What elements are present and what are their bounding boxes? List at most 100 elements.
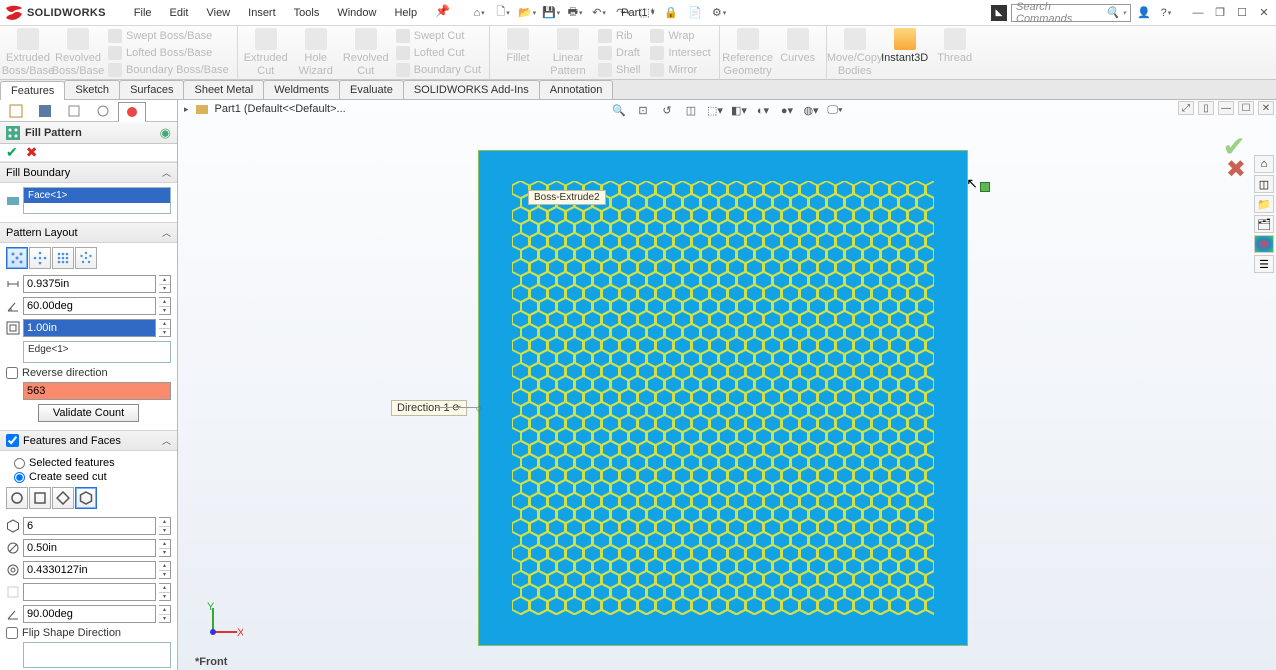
tab-weldments[interactable]: Weldments — [263, 80, 340, 99]
revolved-cut-button[interactable]: RevolvedCut — [344, 28, 388, 77]
vp-expand-icon[interactable]: ⤢ — [1178, 101, 1194, 115]
layout-polygon-icon[interactable] — [75, 247, 97, 269]
radio-create-seed-cut[interactable]: Create seed cut — [14, 471, 171, 483]
linear-pattern-button[interactable]: LinearPattern — [546, 28, 590, 77]
close-icon[interactable]: ✕ — [1257, 6, 1271, 20]
selection-marker[interactable] — [980, 182, 990, 192]
angle-spinner[interactable]: ▴▾ — [159, 297, 171, 315]
shape-circle-icon[interactable] — [6, 487, 28, 509]
rotation-input[interactable] — [23, 605, 156, 623]
maximize-icon[interactable]: ☐ — [1235, 6, 1249, 20]
inner-diameter-input[interactable] — [23, 561, 156, 579]
zoom-area-icon[interactable]: ⊡ — [634, 101, 652, 119]
pin-icon[interactable]: 📌 — [435, 4, 450, 22]
options-icon[interactable]: 📄 — [686, 4, 704, 22]
new-icon[interactable]: 🗋▾ — [494, 4, 512, 22]
menu-help[interactable]: Help — [386, 4, 425, 22]
swept-boss-button[interactable]: Swept Boss/Base — [106, 28, 231, 44]
zoom-fit-icon[interactable]: 🔍 — [610, 101, 628, 119]
draft-button[interactable]: Draft — [596, 45, 642, 61]
cancel-button[interactable]: ✖ — [26, 144, 38, 161]
tab-evaluate[interactable]: Evaluate — [339, 80, 404, 99]
undo-icon[interactable]: ↶▾ — [590, 4, 608, 22]
lofted-boss-button[interactable]: Lofted Boss/Base — [106, 45, 231, 61]
taskpane-library-icon[interactable]: 📁 — [1254, 195, 1274, 213]
triad[interactable]: Y X — [203, 602, 243, 642]
confirm-cancel-icon[interactable]: ✖ — [1226, 155, 1246, 184]
panel-tab-property[interactable] — [31, 101, 59, 121]
fill-boundary-listbox[interactable]: Face<1> — [23, 187, 171, 214]
intersect-button[interactable]: Intersect — [648, 45, 712, 61]
tab-addins[interactable]: SOLIDWORKS Add-Ins — [403, 80, 540, 99]
fillet-button[interactable]: Fillet — [496, 28, 540, 64]
taskpane-appearance-icon[interactable] — [1254, 235, 1274, 253]
search-commands-input[interactable]: Search Commands 🔍▾ — [1011, 4, 1131, 22]
layout-perforation-icon[interactable] — [6, 247, 28, 269]
direction-listbox[interactable]: Edge<1> — [23, 341, 171, 363]
move-copy-button[interactable]: Move/CopyBodies — [833, 28, 877, 77]
feature-callout[interactable]: Boss-Extrude2 — [528, 190, 606, 205]
fill-boundary-selection[interactable]: Face<1> — [24, 188, 170, 203]
section-pattern-layout[interactable]: Pattern Layout︿ — [0, 222, 177, 243]
vp-tile-icon[interactable]: ▯ — [1198, 101, 1214, 115]
rebuild-icon[interactable]: 🔒 — [662, 4, 680, 22]
property-help-icon[interactable]: ◉ — [160, 125, 171, 141]
reverse-direction-checkbox[interactable]: Reverse direction — [6, 367, 171, 379]
panel-tab-display[interactable] — [118, 102, 146, 122]
direction-selection[interactable]: Edge<1> — [24, 342, 170, 357]
curves-button[interactable]: Curves — [776, 28, 820, 64]
vertex-listbox[interactable] — [23, 642, 171, 668]
wrap-button[interactable]: Wrap — [648, 28, 712, 44]
tab-features[interactable]: Features — [0, 81, 65, 100]
layout-square-icon[interactable] — [52, 247, 74, 269]
boundary-cut-button[interactable]: Boundary Cut — [394, 62, 483, 78]
lofted-cut-button[interactable]: Lofted Cut — [394, 45, 483, 61]
model-body[interactable] — [478, 150, 968, 646]
stagger-angle-input[interactable] — [23, 297, 156, 315]
user-icon[interactable]: 👤 — [1135, 4, 1153, 22]
validate-count-button[interactable]: Validate Count — [38, 404, 139, 422]
section-fill-boundary[interactable]: Fill Boundary︿ — [0, 162, 177, 183]
sides-spinner[interactable]: ▴▾ — [159, 517, 171, 535]
revolved-boss-button[interactable]: RevolvedBoss/Base — [56, 28, 100, 77]
menu-window[interactable]: Window — [329, 4, 384, 22]
vp-close-icon[interactable]: ✕ — [1258, 101, 1274, 115]
spacing-spinner[interactable]: ▴▾ — [159, 275, 171, 293]
settings-icon[interactable]: ⚙▾ — [710, 4, 728, 22]
help-icon[interactable]: ?▾ — [1157, 4, 1175, 22]
shape-diamond-icon[interactable] — [52, 487, 74, 509]
hide-show-icon[interactable]: ◐▾ — [754, 101, 772, 119]
spacing-input[interactable] — [23, 275, 156, 293]
extruded-boss-button[interactable]: ExtrudedBoss/Base — [6, 28, 50, 77]
flyout-tree[interactable]: ▸ Part1 (Default<<Default>... — [184, 102, 346, 116]
display-style-icon[interactable]: ◧▾ — [730, 101, 748, 119]
section-features-faces[interactable]: Features and Faces︿ — [0, 430, 177, 451]
open-icon[interactable]: 📂▾ — [518, 4, 536, 22]
swept-cut-button[interactable]: Swept Cut — [394, 28, 483, 44]
diam-spinner[interactable]: ▴▾ — [159, 539, 171, 557]
panel-tab-tree[interactable] — [2, 101, 30, 121]
taskpane-home-icon[interactable]: ⌂ — [1254, 155, 1274, 173]
tab-annotation[interactable]: Annotation — [539, 80, 614, 99]
hole-wizard-button[interactable]: HoleWizard — [294, 28, 338, 77]
save-icon[interactable]: 💾▾ — [542, 4, 560, 22]
taskpane-properties-icon[interactable]: ☰ — [1254, 255, 1274, 273]
tab-surfaces[interactable]: Surfaces — [119, 80, 184, 99]
minimize-icon[interactable]: — — [1191, 6, 1205, 20]
boundary-boss-button[interactable]: Boundary Boss/Base — [106, 62, 231, 78]
menu-file[interactable]: File — [126, 4, 160, 22]
polygon-sides-input[interactable] — [23, 517, 156, 535]
offs-spinner[interactable]: ▴▾ — [159, 583, 171, 601]
print-icon[interactable]: 🖶▾ — [566, 4, 584, 22]
ref-geometry-button[interactable]: ReferenceGeometry — [726, 28, 770, 77]
margin-spinner[interactable]: ▴▾ — [159, 319, 171, 337]
direction-callout[interactable]: Direction 1 ⟳ — [391, 400, 467, 416]
shell-button[interactable]: Shell — [596, 62, 642, 78]
id-spinner[interactable]: ▴▾ — [159, 561, 171, 579]
vp-minimize-icon[interactable]: — — [1218, 101, 1234, 115]
apply-scene-icon[interactable]: ◍▾ — [802, 101, 820, 119]
ok-button[interactable]: ✔ — [6, 144, 18, 161]
menu-tools[interactable]: Tools — [286, 4, 328, 22]
tab-sheet-metal[interactable]: Sheet Metal — [183, 80, 264, 99]
view-orientation-icon[interactable]: ⬚▾ — [706, 101, 724, 119]
